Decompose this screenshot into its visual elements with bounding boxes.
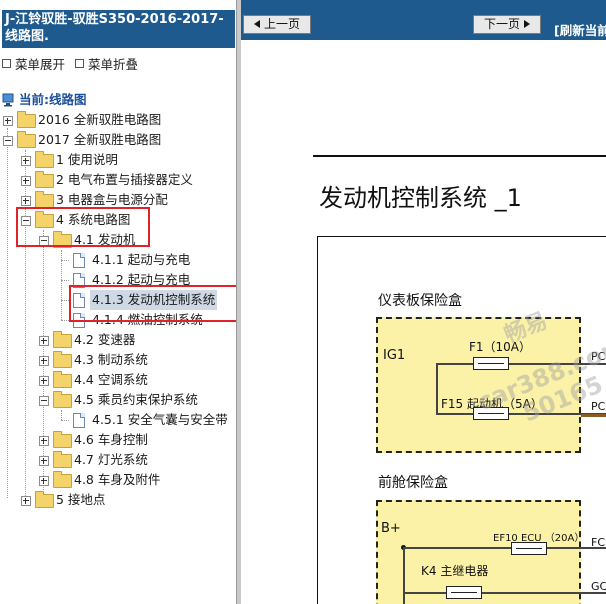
fuse-f1-icon — [473, 357, 509, 370]
tree-item-label: 4.7 灯光系统 — [74, 452, 148, 467]
current-location-label: 当前:线路图 — [19, 92, 87, 107]
folder-icon — [53, 451, 72, 468]
folder-icon — [53, 351, 72, 368]
folder-icon — [53, 431, 72, 448]
tree-item-label: 4.2 变速器 — [74, 332, 136, 347]
document-icon — [73, 413, 85, 428]
tree-item-label: 1 使用说明 — [56, 152, 118, 167]
tree-item-label: 2017 全新驭胜电路图 — [38, 132, 162, 147]
front-wire1-label: FC — [591, 536, 606, 549]
tree-item-label: 4.5 乘员约束保护系统 — [74, 392, 198, 407]
document-title: 发动机控制系统 _1 — [319, 184, 522, 212]
tree-item-label: 5 接地点 — [56, 492, 106, 507]
tree-item-label: 4.3 制动系统 — [74, 352, 148, 367]
ig1-label: IG1 — [383, 348, 406, 363]
folder-icon — [53, 471, 72, 488]
wire-k4 — [403, 592, 606, 594]
document-icon — [73, 253, 85, 268]
expand-icon[interactable] — [21, 496, 31, 506]
folder-open-icon — [17, 131, 36, 148]
front-wire2-label: GC — [591, 580, 606, 593]
tree-item-label: 4.6 车身控制 — [74, 432, 148, 447]
folder-icon — [53, 331, 72, 348]
expand-menu-button[interactable]: 菜单展开 — [2, 57, 65, 72]
folder-open-icon — [53, 391, 72, 408]
folder-icon — [53, 371, 72, 388]
collapse-menu-button[interactable]: 菜单折叠 — [75, 57, 138, 72]
highlight-annotation-system-diagrams — [16, 207, 150, 247]
expand-icon[interactable] — [39, 376, 49, 386]
expand-menu-label: 菜单展开 — [15, 57, 66, 72]
collapse-icon[interactable] — [3, 136, 13, 146]
wire-f15-brown — [581, 414, 606, 417]
tree-item-label: 2016 全新驭胜电路图 — [38, 112, 162, 127]
document-view: 发动机控制系统 _1 仪表板保险盒 IG1 F1（10A） PC F15 起动机… — [241, 40, 606, 604]
menu-bar: 菜单展开 菜单折叠 — [2, 54, 144, 72]
tree-item-label: 4.4 空调系统 — [74, 372, 148, 387]
tree-item-label: 4.5.1 安全气囊与安全带 — [92, 412, 228, 427]
left-navigation-pane: J-江铃驭胜-驭胜S350-2016-2017- 线路图. 菜单展开 菜单折叠 … — [0, 0, 236, 604]
folder-icon — [35, 491, 54, 508]
tree-item-label: 4.8 车身及附件 — [74, 472, 161, 487]
expand-icon[interactable] — [39, 436, 49, 446]
tree-item-label: 4.1.1 起动与充电 — [92, 252, 191, 267]
highlight-annotation-engine-control — [69, 285, 236, 322]
wire2-label: PC — [591, 400, 606, 413]
collapse-icon[interactable] — [39, 396, 49, 406]
expand-icon[interactable] — [39, 476, 49, 486]
collapse-menu-label: 菜单折叠 — [88, 57, 139, 72]
title-rule — [313, 155, 606, 157]
next-page-button[interactable]: 下一页 — [473, 15, 541, 34]
wire-vertical — [403, 547, 405, 604]
relay-k4-label: K4 主继电器 — [421, 564, 489, 578]
expand-icon[interactable] — [21, 176, 31, 186]
folder-icon — [35, 191, 54, 208]
relay-k4-icon — [446, 586, 482, 599]
expand-icon[interactable] — [39, 336, 49, 346]
folder-icon — [35, 151, 54, 168]
next-page-label: 下一页 — [483, 17, 520, 31]
fuse-ef10-icon — [511, 542, 547, 555]
expand-icon[interactable] — [39, 456, 49, 466]
folder-icon — [17, 111, 36, 128]
app-title: J-江铃驭胜-驭胜S350-2016-2017- 线路图. — [2, 10, 235, 48]
content-pane: 上一页 下一页 [刷新当前 发动机控制系统 _1 仪表板保险盒 IG1 F1（1… — [241, 0, 606, 604]
bplus-label: B+ — [381, 521, 401, 536]
folder-icon — [35, 171, 54, 188]
front-fuse-box-title: 前舱保险盒 — [378, 475, 448, 491]
refresh-link[interactable]: [刷新当前 — [554, 20, 606, 39]
expand-icon[interactable] — [21, 196, 31, 206]
expand-icon[interactable] — [21, 156, 31, 166]
content-toolbar: 上一页 下一页 [刷新当前 — [241, 0, 606, 40]
tree-item-label: 2 电气布置与插接器定义 — [56, 172, 193, 187]
arrow-right-icon — [524, 20, 530, 28]
arrow-left-icon — [253, 20, 260, 28]
computer-icon — [2, 93, 14, 107]
instrument-fuse-box-title: 仪表板保险盒 — [378, 293, 462, 309]
prev-page-label: 上一页 — [263, 17, 300, 31]
square-icon — [75, 59, 84, 68]
expand-icon[interactable] — [39, 356, 49, 366]
expand-icon[interactable] — [3, 116, 13, 126]
wire-ef10 — [403, 547, 606, 549]
square-icon — [2, 59, 11, 68]
prev-page-button[interactable]: 上一页 — [243, 15, 311, 34]
